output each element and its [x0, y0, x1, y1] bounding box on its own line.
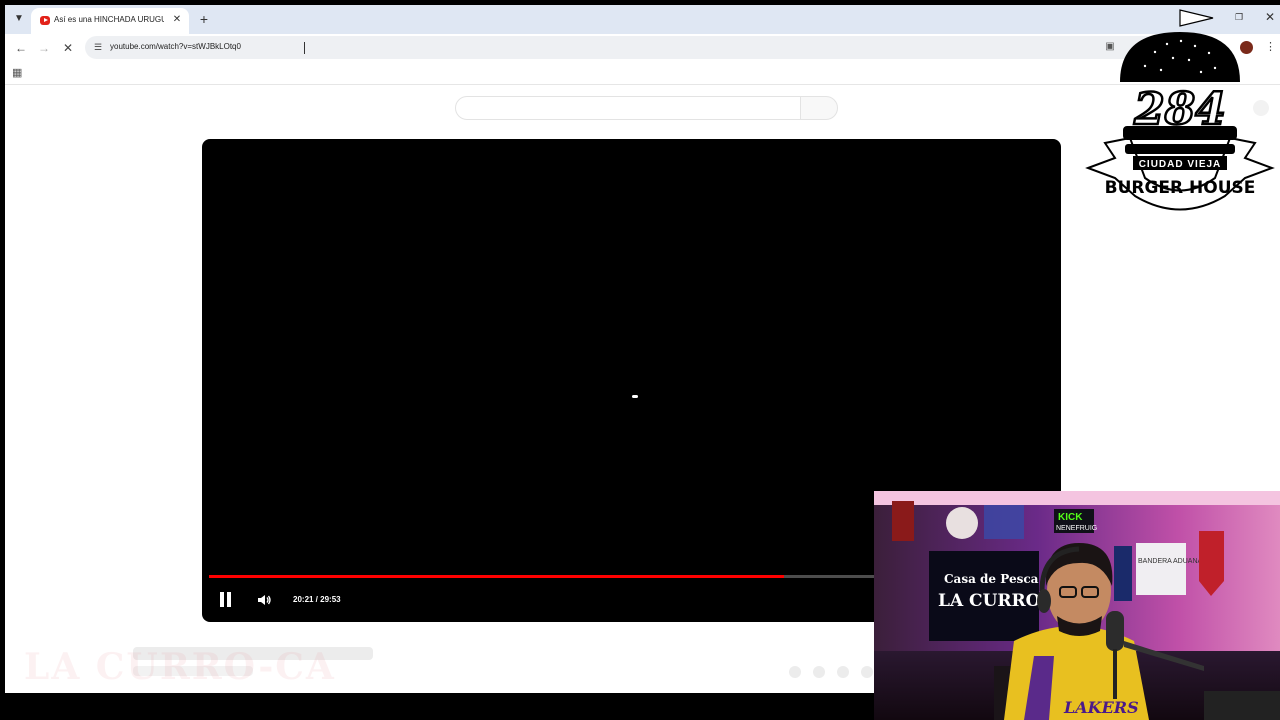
search-input[interactable]: [455, 96, 801, 120]
youtube-favicon-icon: [40, 16, 50, 25]
screen: ▼ Así es una HINCHADA URUGUAYA ✕ + ❐ ✕ ←…: [0, 0, 1280, 720]
logo-number: 284: [1133, 84, 1226, 135]
tab-search-chevron-icon[interactable]: ▼: [11, 11, 27, 27]
logo-line2: BURGER HOUSE: [1105, 178, 1256, 198]
action-placeholder: [861, 666, 873, 678]
webcam-flag-text: BANDERA ADUANA: [1138, 558, 1203, 565]
action-placeholder: [789, 666, 801, 678]
tab-title: Así es una HINCHADA URUGUAYA: [54, 15, 164, 24]
back-arrow-icon[interactable]: ←: [13, 40, 29, 56]
tab-close-icon[interactable]: ✕: [171, 14, 183, 26]
text-cursor-icon: [304, 42, 309, 54]
webcam-kick-user: NENEFRUIG: [1056, 525, 1097, 532]
time-display: 20:21 / 29:53: [293, 595, 341, 604]
pause-icon[interactable]: [218, 591, 234, 609]
progress-bar-fill: [209, 575, 784, 578]
new-tab-plus-icon[interactable]: +: [195, 10, 213, 28]
volume-icon[interactable]: [256, 592, 272, 608]
address-url[interactable]: youtube.com/watch?v=stWJBkLOtq0: [110, 42, 241, 51]
tab-active[interactable]: Así es una HINCHADA URUGUAYA ✕: [31, 8, 189, 34]
action-placeholder: [837, 666, 849, 678]
action-placeholder: [813, 666, 825, 678]
webcam-feed: Casa de Pesca LA CURROCA KICK NENEFRUIG …: [874, 491, 1280, 720]
webcam-jersey-text: LAKERS: [1063, 698, 1139, 717]
logo-line1: CIUDAD VIEJA: [1139, 159, 1222, 170]
apps-grid-icon[interactable]: ▦: [12, 67, 24, 79]
stop-loading-icon[interactable]: ✕: [60, 40, 76, 56]
burger-house-logo: 284 CIUDAD VIEJA BURGER HOUSE: [1085, 8, 1275, 218]
watermark: LA CURRO-CA: [24, 646, 336, 688]
webcam-kick-text: KICK: [1058, 512, 1083, 523]
loading-spinner-icon: [632, 395, 638, 398]
address-bar[interactable]: ☰ youtube.com/watch?v=stWJBkLOtq0: [85, 36, 1175, 59]
forward-arrow-icon[interactable]: →: [36, 40, 52, 56]
site-settings-icon[interactable]: ☰: [92, 41, 104, 53]
search-button[interactable]: [800, 96, 838, 120]
webcam-sign-small: Casa de Pesca: [944, 572, 1039, 586]
